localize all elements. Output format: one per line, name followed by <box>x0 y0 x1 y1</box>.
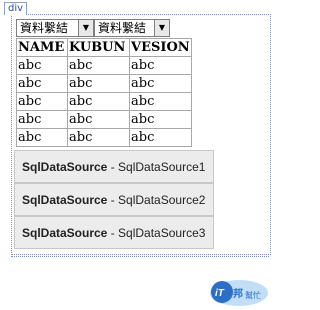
datasource-separator: - <box>107 226 119 240</box>
datasource-id: SqlDataSource1 <box>118 160 206 174</box>
table-cell: abc <box>16 74 68 93</box>
div-tag-label[interactable]: div <box>4 2 28 15</box>
chevron-down-icon[interactable]: ▼ <box>154 20 169 36</box>
column-header-name: NAME <box>16 38 68 57</box>
table-cell: abc <box>67 92 130 111</box>
table-cell: abc <box>16 92 68 111</box>
dropdown-value: 資料繫結 <box>98 21 147 35</box>
table-cell: abc <box>129 56 192 75</box>
table-cell: abc <box>67 74 130 93</box>
table-cell: abc <box>129 74 192 93</box>
ithome-logo: iT 邦 幫忙 <box>210 280 268 306</box>
sqldatasource-control-3[interactable]: SqlDataSource - SqlDataSource3 <box>14 216 214 249</box>
table-cell: abc <box>16 110 68 129</box>
svg-text:邦: 邦 <box>233 287 243 300</box>
dropdown-databind-2[interactable]: 資料繫結 ▼ <box>94 19 170 37</box>
datasource-separator: - <box>107 193 119 207</box>
svg-text:iT: iT <box>215 288 225 299</box>
sqldatasource-control-1[interactable]: SqlDataSource - SqlDataSource1 <box>14 150 214 183</box>
datasource-type: SqlDataSource <box>22 226 108 240</box>
table-cell: abc <box>67 128 130 147</box>
designer-canvas: div 資料繫結 ▼ 資料繫結 ▼ NAME KUBUN VESION abc … <box>0 0 273 310</box>
datasource-type: SqlDataSource <box>22 160 108 174</box>
datasource-id: SqlDataSource3 <box>118 226 206 240</box>
table-cell: abc <box>129 128 192 147</box>
table-cell: abc <box>16 128 68 147</box>
datasource-id: SqlDataSource2 <box>118 193 206 207</box>
table-row: abc abc abc <box>16 128 192 147</box>
column-header-vesion: VESION <box>129 38 192 57</box>
table-cell: abc <box>67 56 130 75</box>
svg-text:幫忙: 幫忙 <box>245 290 261 300</box>
table-cell: abc <box>129 110 192 129</box>
column-header-kubun: KUBUN <box>67 38 130 57</box>
table-row: abc abc abc <box>16 74 192 93</box>
table-cell: abc <box>16 56 68 75</box>
grid-header-row: NAME KUBUN VESION <box>16 38 192 57</box>
table-cell: abc <box>67 110 130 129</box>
table-row: abc abc abc <box>16 110 192 129</box>
table-row: abc abc abc <box>16 92 192 111</box>
table-row: abc abc abc <box>16 56 192 75</box>
datasource-separator: - <box>107 160 119 174</box>
table-cell: abc <box>129 92 192 111</box>
gridview[interactable]: NAME KUBUN VESION abc abc abc abc abc ab… <box>16 38 192 147</box>
chevron-down-icon[interactable]: ▼ <box>78 20 93 36</box>
sqldatasource-control-2[interactable]: SqlDataSource - SqlDataSource2 <box>14 183 214 216</box>
dropdown-value: 資料繫結 <box>20 21 69 35</box>
datasource-type: SqlDataSource <box>22 193 108 207</box>
dropdown-databind-1[interactable]: 資料繫結 ▼ <box>16 19 94 37</box>
